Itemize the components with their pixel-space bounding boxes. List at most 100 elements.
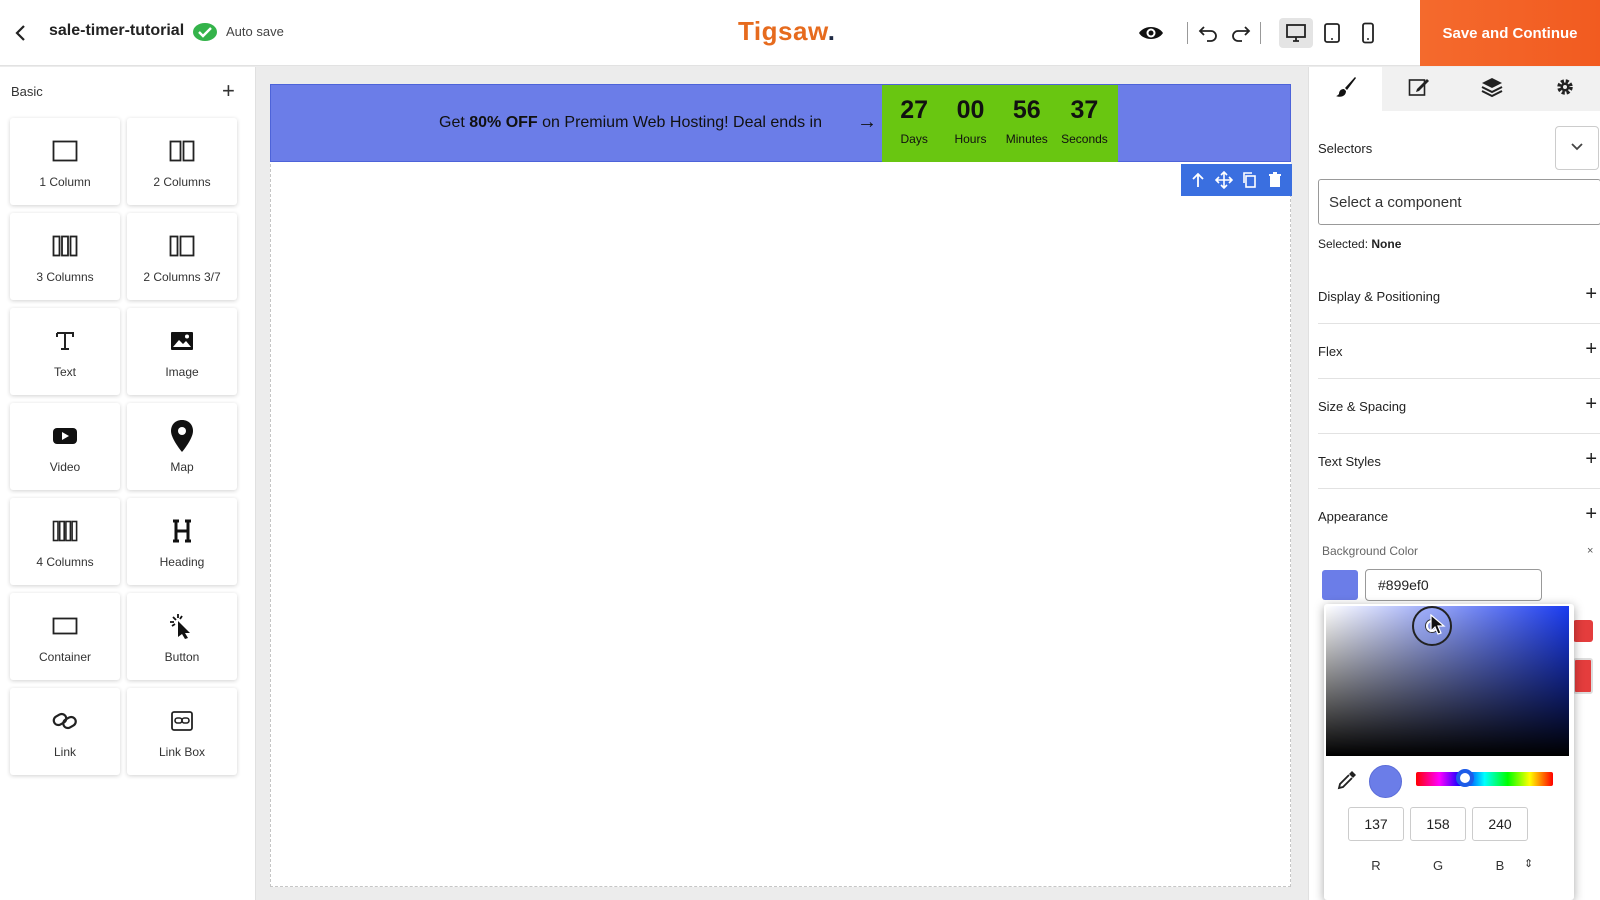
expand-plus-icon[interactable]: + [1585,284,1597,304]
link-icon [50,706,80,736]
section-flex[interactable]: Flex + [1318,324,1600,379]
canvas-body[interactable] [270,84,1291,887]
block-3-columns[interactable]: 3 Columns [10,213,120,300]
mobile-view-icon[interactable] [1354,20,1382,46]
section-size-spacing[interactable]: Size & Spacing + [1318,379,1600,434]
project-name: sale-timer-tutorial [49,22,185,39]
hue-slider[interactable] [1416,769,1553,787]
section-appearance[interactable]: Appearance + [1318,489,1600,544]
block-label: Text [53,365,76,379]
block-link[interactable]: Link [10,688,120,775]
expand-plus-icon[interactable]: + [1585,504,1597,524]
red-channel-label: R [1371,858,1381,873]
selectors-dropdown-toggle[interactable] [1555,126,1599,170]
tab-trait-manager[interactable] [1382,67,1455,111]
red-channel-input[interactable] [1348,807,1404,841]
block-container[interactable]: Container [10,593,120,680]
block-2-columns[interactable]: 2 Columns [127,118,237,205]
block-2-columns-37[interactable]: 2 Columns 3/7 [127,213,237,300]
tab-layer-manager[interactable] [1455,67,1528,111]
timer-hours: 00 Hours [948,98,992,147]
expand-plus-icon[interactable]: + [1585,394,1597,414]
copy-icon[interactable] [1239,170,1259,190]
section-text-styles[interactable]: Text Styles + [1318,434,1600,489]
hidden-color-field[interactable] [1573,658,1593,694]
countdown-timer[interactable]: 27 Days 00 Hours 56 Minutes 37 Seconds [882,85,1118,162]
block-map[interactable]: Map [127,403,237,490]
section-display-positioning[interactable]: Display & Positioning + [1318,269,1600,324]
banner-discount: 80% OFF [469,114,538,131]
selected-value: None [1371,237,1402,251]
hue-slider-thumb[interactable] [1456,769,1474,787]
link-box-icon [167,706,197,736]
top-bar: sale-timer-tutorial Auto save Tigsaw. Sa… [0,0,1600,66]
mouse-cursor-icon [1430,614,1446,635]
saturation-value-area[interactable] [1326,606,1569,756]
tablet-view-icon[interactable] [1318,20,1346,46]
expand-plus-icon[interactable]: + [1585,449,1597,469]
block-label: Container [38,650,92,664]
color-mode-toggle-icon[interactable]: ⇕ [1524,857,1533,870]
banner-text-post: on Premium Web Hosting! Deal ends in [537,114,822,131]
expand-plus-icon[interactable]: + [1585,339,1597,359]
block-label: Image [165,365,199,379]
gear-icon [1555,77,1575,102]
block-1-column[interactable]: 1 Column [10,118,120,205]
block-heading[interactable]: Heading [127,498,237,585]
eyedropper-icon[interactable] [1337,770,1357,790]
undo-icon[interactable] [1194,20,1222,46]
color-picker-popup: R G B ⇕ [1324,604,1574,900]
background-color-hex-input[interactable] [1365,569,1542,601]
block-text[interactable]: Text [10,308,120,395]
redo-icon[interactable] [1227,20,1255,46]
video-icon [50,421,80,451]
section-label: Size & Spacing [1318,399,1407,414]
toolbar-divider [1187,22,1188,44]
block-4-columns[interactable]: 4 Columns [10,498,120,585]
block-link-box[interactable]: Link Box [127,688,237,775]
one-column-icon [50,136,80,166]
delete-trash-icon[interactable] [1265,170,1285,190]
tab-style-manager[interactable] [1309,67,1382,111]
brand-name: Tigsaw [738,16,828,46]
green-channel-input[interactable] [1410,807,1466,841]
check-circle-icon [192,22,218,42]
selectors-label: Selectors [1318,141,1373,156]
block-label: Button [164,650,200,664]
blue-channel-input[interactable] [1472,807,1528,841]
banner-text[interactable]: Get 80% OFF on Premium Web Hosting! Deal… [439,114,822,132]
background-color-swatch[interactable] [1322,570,1358,600]
component-toolbar [1181,164,1292,196]
autosave-label: Auto save [226,24,284,39]
tab-settings[interactable] [1528,67,1600,111]
add-icon[interactable]: + [222,80,235,102]
timer-label: Days [900,132,928,146]
preview-eye-icon[interactable] [1137,20,1165,46]
green-channel-label: G [1432,858,1444,873]
panel-tabs [1309,67,1600,111]
timer-days: 27 Days [892,96,936,147]
three-columns-icon [50,231,80,261]
block-image[interactable]: Image [127,308,237,395]
clear-property-icon[interactable]: × [1587,545,1593,557]
toolbar-divider [1260,22,1261,44]
editor-canvas[interactable]: Get 80% OFF on Premium Web Hosting! Deal… [270,84,1292,887]
select-parent-arrow-up-icon[interactable] [1188,170,1208,190]
block-label: 2 Columns [153,175,211,189]
timer-value: 56 [1012,96,1041,124]
save-and-continue-button[interactable]: Save and Continue [1420,0,1600,66]
block-button[interactable]: Button [127,593,237,680]
two-columns-37-icon [167,231,197,261]
section-label: Appearance [1318,509,1389,524]
color-preview [1369,765,1402,798]
sale-banner[interactable]: Get 80% OFF on Premium Web Hosting! Deal… [270,84,1291,162]
block-label: 1 Column [39,175,91,189]
hidden-add-button[interactable] [1573,620,1593,642]
move-icon[interactable] [1214,170,1234,190]
brand-dot: . [827,16,836,46]
back-arrow-icon[interactable] [10,22,32,44]
timer-value: 27 [900,96,929,124]
block-video[interactable]: Video [10,403,120,490]
desktop-view-icon[interactable] [1279,18,1313,48]
component-selector-input[interactable] [1318,179,1600,225]
